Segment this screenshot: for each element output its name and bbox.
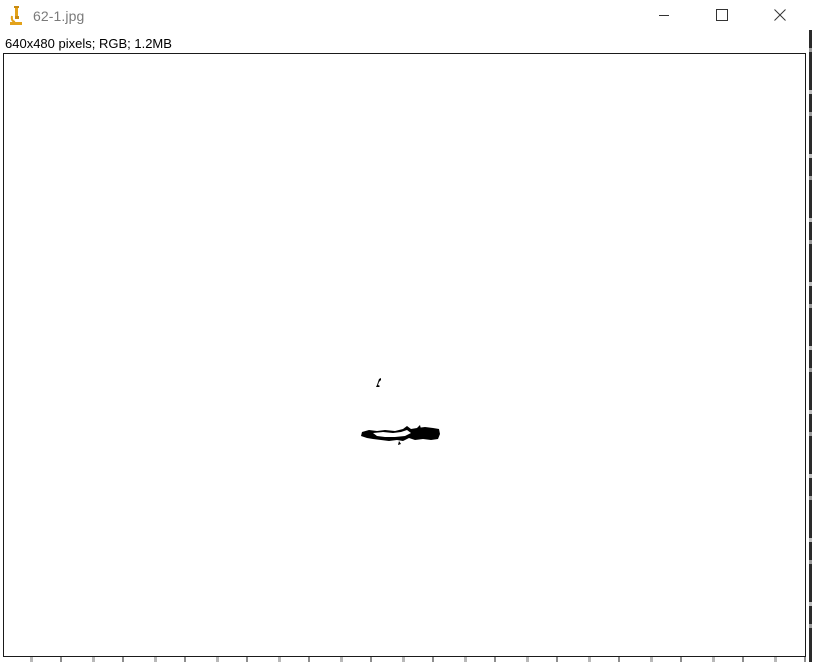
close-button[interactable]: [751, 0, 809, 33]
maximize-button[interactable]: [693, 0, 751, 33]
background-strip: [0, 657, 808, 662]
image-info-text: 640x480 pixels; RGB; 1.2MB: [5, 36, 172, 51]
close-icon: [774, 8, 786, 26]
minimize-icon: [658, 8, 670, 26]
title-bar[interactable]: 62-1.jpg: [0, 0, 808, 33]
maximize-icon: [716, 8, 728, 26]
minimize-button[interactable]: [635, 0, 693, 33]
image-blob: [359, 422, 441, 446]
window-title: 62-1.jpg: [33, 8, 85, 24]
microscope-icon: [9, 6, 23, 26]
image-speck: [374, 376, 384, 388]
image-window: 62-1.jpg 640x480 pixels; RGB; 1.2MB: [0, 0, 808, 662]
background-window-edge: [809, 30, 812, 662]
image-canvas[interactable]: [3, 53, 806, 657]
